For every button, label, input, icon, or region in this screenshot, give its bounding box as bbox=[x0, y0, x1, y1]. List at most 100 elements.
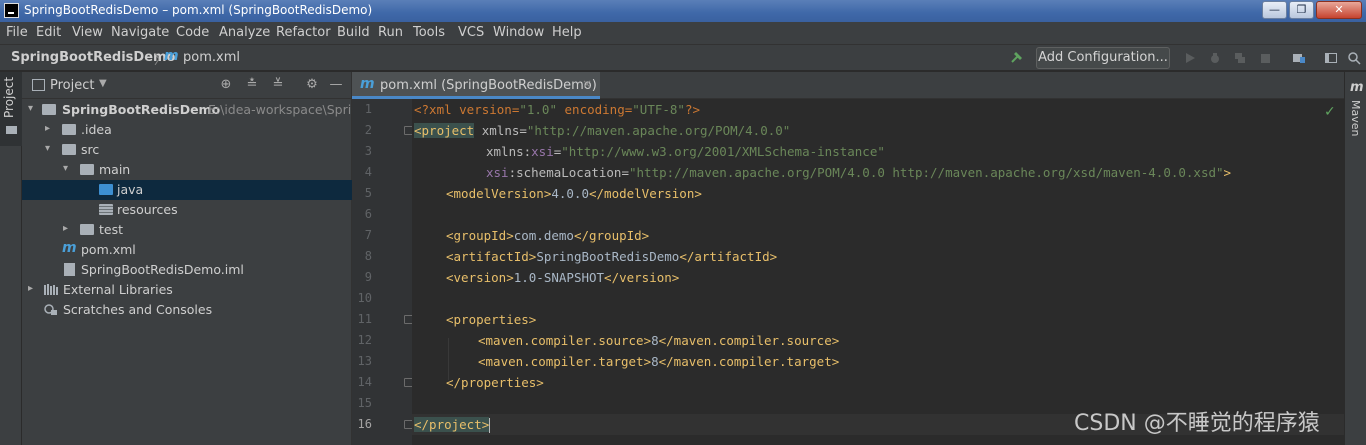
tree-item-iml[interactable]: SpringBootRedisDemo.iml bbox=[22, 260, 352, 280]
menu-analyze[interactable]: Analyze bbox=[219, 25, 270, 40]
menu-run[interactable]: Run bbox=[378, 25, 403, 40]
close-icon[interactable]: × bbox=[582, 77, 592, 91]
tree-item-label: Scratches and Consoles bbox=[63, 302, 213, 317]
menu-view[interactable]: View bbox=[72, 25, 103, 40]
coverage-icon[interactable] bbox=[1233, 51, 1247, 65]
tree-item-test[interactable]: ▸ test bbox=[22, 220, 352, 240]
maven-tool-tab[interactable]: Maven bbox=[1349, 100, 1362, 136]
line-number: 15 bbox=[357, 396, 372, 410]
tree-item-scratches[interactable]: Scratches and Consoles bbox=[22, 300, 352, 320]
code-line-11: <properties> bbox=[446, 309, 536, 330]
menu-vcs[interactable]: VCS bbox=[458, 25, 484, 40]
code-token: </properties> bbox=[446, 375, 544, 390]
code-token: com.demo bbox=[513, 228, 574, 243]
code-line-8: <artifactId>SpringBootRedisDemo</artifac… bbox=[446, 246, 777, 267]
code-token: xmlns= bbox=[474, 123, 527, 138]
code-token: "http://maven.apache.org/POM/4.0.0 http:… bbox=[629, 165, 1224, 180]
menu-help[interactable]: Help bbox=[552, 25, 582, 40]
maximize-button[interactable]: ❐ bbox=[1289, 1, 1314, 19]
tree-item-pom[interactable]: m pom.xml bbox=[22, 240, 352, 260]
run-icon[interactable] bbox=[1183, 51, 1197, 65]
menu-code[interactable]: Code bbox=[176, 25, 209, 40]
code-token: </artifactId> bbox=[679, 249, 778, 264]
menu-window[interactable]: Window bbox=[493, 25, 544, 40]
stop-icon[interactable] bbox=[1258, 51, 1272, 65]
tree-item-main[interactable]: ▾ main bbox=[22, 160, 352, 180]
code-line-9: <version>1.0-SNAPSHOT</version> bbox=[446, 267, 679, 288]
expand-all-icon[interactable]: ≛ bbox=[244, 77, 260, 93]
close-button[interactable]: ✕ bbox=[1316, 1, 1362, 19]
menu-build[interactable]: Build bbox=[337, 25, 370, 40]
layout-icon[interactable] bbox=[1324, 51, 1338, 65]
tree-item-project-root[interactable]: ▾ SpringBootRedisDemo E:\idea-workspace\… bbox=[22, 100, 359, 120]
project-structure-icon[interactable] bbox=[1292, 51, 1306, 65]
tab-pom-xml[interactable]: m pom.xml (SpringBootRedisDemo) × bbox=[352, 72, 600, 99]
folder-icon bbox=[6, 126, 17, 134]
window-title: SpringBootRedisDemo – pom.xml (SpringBoo… bbox=[24, 3, 373, 17]
collapse-all-icon[interactable]: ≚ bbox=[270, 77, 286, 93]
chevron-down-icon[interactable]: ▼ bbox=[99, 78, 107, 89]
menu-tools[interactable]: Tools bbox=[413, 25, 445, 40]
gear-icon[interactable]: ⚙ bbox=[304, 77, 320, 93]
tree-item-src[interactable]: ▾ src bbox=[22, 140, 352, 160]
minimize-button[interactable]: — bbox=[1262, 1, 1287, 19]
expand-arrow-icon[interactable]: ▾ bbox=[45, 143, 55, 155]
folder-icon bbox=[62, 124, 76, 135]
tree-item-idea[interactable]: ▸ .idea bbox=[22, 120, 352, 140]
menu-refactor[interactable]: Refactor bbox=[276, 25, 331, 40]
code-line-12: <maven.compiler.source>8</maven.compiler… bbox=[478, 330, 839, 351]
project-panel: Project ▼ ⊕ ≛ ≚ ⚙ — ▾ SpringBootRedisDem… bbox=[22, 72, 359, 445]
line-number: 11 bbox=[357, 312, 372, 326]
project-tool-tab[interactable]: Project bbox=[0, 72, 22, 146]
module-folder-icon bbox=[42, 104, 56, 115]
code-line-14: </properties> bbox=[446, 372, 544, 393]
build-hammer-icon[interactable] bbox=[1010, 50, 1024, 64]
tree-item-label: SpringBootRedisDemo.iml bbox=[81, 262, 244, 277]
menu-file[interactable]: File bbox=[6, 25, 28, 40]
source-folder-icon bbox=[99, 184, 113, 195]
iml-file-icon bbox=[64, 263, 75, 276]
maven-icon: m bbox=[62, 240, 77, 256]
line-number: 6 bbox=[364, 207, 372, 221]
code-token: xsi bbox=[486, 165, 509, 180]
code-token: 8 bbox=[651, 333, 659, 348]
tree-item-label: java bbox=[117, 182, 144, 197]
breadcrumb-file[interactable]: pom.xml bbox=[183, 50, 240, 65]
folder-icon bbox=[62, 144, 76, 155]
project-view-selector[interactable]: Project bbox=[50, 78, 94, 93]
line-number: 13 bbox=[357, 354, 372, 368]
locate-icon[interactable]: ⊕ bbox=[218, 77, 234, 93]
tree-item-label: resources bbox=[117, 202, 178, 217]
tree-item-label: src bbox=[81, 142, 100, 157]
expand-arrow-icon[interactable]: ▸ bbox=[45, 123, 55, 135]
expand-arrow-icon[interactable]: ▸ bbox=[28, 283, 38, 295]
expand-arrow-icon[interactable]: ▾ bbox=[63, 163, 73, 175]
debug-icon[interactable] bbox=[1208, 51, 1222, 65]
expand-arrow-icon[interactable]: ▾ bbox=[28, 103, 38, 115]
code-token: <groupId> bbox=[446, 228, 514, 243]
code-token: <?xml version= bbox=[414, 102, 520, 117]
code-token: <project bbox=[414, 123, 475, 138]
expand-arrow-icon[interactable]: ▸ bbox=[63, 223, 73, 235]
code-token: SpringBootRedisDemo bbox=[536, 249, 680, 264]
tree-item-label: SpringBootRedisDemo bbox=[62, 102, 221, 117]
code-token: :schemaLocation= bbox=[508, 165, 629, 180]
maven-icon: m bbox=[164, 48, 179, 64]
code-editor[interactable]: <?xml version="1.0" encoding="UTF-8"?> <… bbox=[412, 99, 1344, 445]
menu-edit[interactable]: Edit bbox=[36, 25, 61, 40]
tree-item-external-libraries[interactable]: ▸ External Libraries bbox=[22, 280, 352, 300]
scratches-icon bbox=[44, 304, 57, 315]
breadcrumb-project[interactable]: SpringBootRedisDemo bbox=[11, 50, 176, 65]
tree-item-java[interactable]: java bbox=[22, 180, 352, 200]
hide-icon[interactable]: — bbox=[328, 77, 344, 93]
left-tool-strip: Project bbox=[0, 72, 22, 445]
inspection-ok-icon[interactable]: ✓ bbox=[1324, 104, 1336, 120]
add-configuration-button[interactable]: Add Configuration... bbox=[1036, 47, 1170, 69]
tree-item-resources[interactable]: resources bbox=[22, 200, 352, 220]
code-line-1: <?xml version="1.0" encoding="UTF-8"?> bbox=[414, 99, 700, 120]
search-icon[interactable] bbox=[1347, 51, 1361, 65]
menu-navigate[interactable]: Navigate bbox=[111, 25, 169, 40]
maven-icon[interactable]: m bbox=[1350, 80, 1364, 95]
code-token: 4.0.0 bbox=[551, 186, 589, 201]
line-number: 8 bbox=[364, 249, 372, 263]
